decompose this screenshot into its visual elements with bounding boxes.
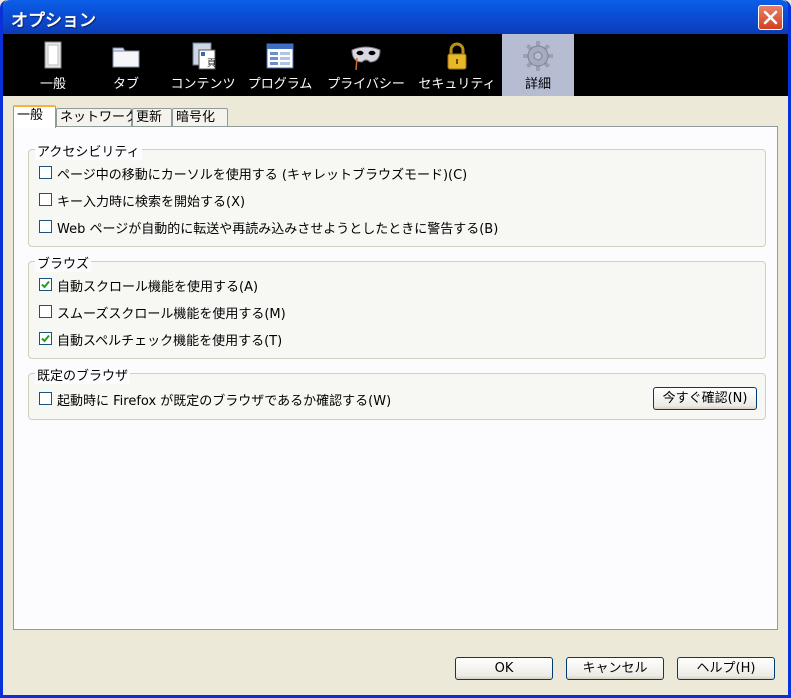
smooth-scroll-checkbox[interactable] xyxy=(39,305,52,318)
tab-general[interactable]: 一般 xyxy=(13,105,56,128)
check-default-checkbox[interactable] xyxy=(39,392,52,405)
svg-text:頁: 頁 xyxy=(207,58,216,69)
tabs-icon xyxy=(112,47,140,68)
search-on-type-checkbox[interactable] xyxy=(39,193,52,206)
help-button[interactable]: ヘルプ(H) xyxy=(677,657,775,680)
warn-redirect-checkbox[interactable] xyxy=(39,220,52,233)
checkbox-label: 自動スクロール機能を使用する(A) xyxy=(57,280,259,295)
checkbox-label: Web ページが自動的に転送や再読み込みさせようとしたときに警告する(B) xyxy=(57,222,499,237)
pane-content[interactable]: 頁 コンテンツ xyxy=(163,34,243,96)
pane-label: 詳細 xyxy=(524,77,551,92)
pane-label: 一般 xyxy=(39,77,66,92)
browsing-group: ブラウズ 自動スクロール機能を使用する(A) スムーズスクロール機能を使用する(… xyxy=(28,253,766,359)
tab-network[interactable]: ネットワーク xyxy=(56,108,138,127)
applications-icon xyxy=(266,43,294,69)
caret-browsing-checkbox[interactable] xyxy=(39,166,52,179)
pane-tabs[interactable]: タブ xyxy=(89,34,163,96)
padlock-icon xyxy=(447,42,467,70)
privacy-mask-icon xyxy=(351,46,381,71)
checkbox-label: スムーズスクロール機能を使用する(M) xyxy=(57,307,286,322)
checkbox-label: ページ中の移動にカーソルを使用する (キャレットブラウズモード)(C) xyxy=(57,168,468,183)
close-button[interactable] xyxy=(758,5,783,30)
ok-button[interactable]: OK xyxy=(455,657,553,680)
default-browser-group: 既定のブラウザ 起動時に Firefox が既定のブラウザであるか確認する(W)… xyxy=(28,365,766,420)
pane-label: タブ xyxy=(112,77,139,92)
checkbox-label: 自動スペルチェック機能を使用する(T) xyxy=(57,334,283,349)
pane-advanced[interactable]: 詳細 xyxy=(502,34,574,96)
pane-label: プログラム xyxy=(247,77,313,92)
default-browser-group-title: 既定のブラウザ xyxy=(35,365,131,384)
accessibility-group-title: アクセシビリティ xyxy=(35,141,142,160)
gear-icon xyxy=(523,41,553,71)
pane-label: セキュリティ xyxy=(418,77,496,92)
checkbox-label: 起動時に Firefox が既定のブラウザであるか確認する(W) xyxy=(57,394,392,409)
checkbox-label: キー入力時に検索を開始する(X) xyxy=(57,195,246,210)
accessibility-group: アクセシビリティ ページ中の移動にカーソルを使用する (キャレットブラウズモード… xyxy=(28,141,766,247)
pane-label: コンテンツ xyxy=(170,77,236,92)
pane-general[interactable]: 一般 xyxy=(17,34,89,96)
cancel-button[interactable]: キャンセル xyxy=(566,657,664,680)
pane-applications[interactable]: プログラム xyxy=(243,34,317,96)
spellcheck-checkbox[interactable] xyxy=(39,332,52,345)
pane-security[interactable]: セキュリティ xyxy=(415,34,499,96)
content-icon: 頁 xyxy=(192,42,216,70)
window-title: オプション xyxy=(11,11,96,31)
pane-label: プライバシー xyxy=(327,77,405,92)
check-now-button[interactable]: 今すぐ確認(N) xyxy=(653,387,757,410)
browsing-group-title: ブラウズ xyxy=(35,253,92,272)
tab-update[interactable]: 更新 xyxy=(132,108,172,127)
general-icon xyxy=(44,41,62,69)
title-bar[interactable]: オプション xyxy=(3,0,788,34)
options-window: オプション 一般 タブ 頁 コンテンツ プログラム プライバシー セキュリティ … xyxy=(0,0,791,698)
autoscroll-checkbox[interactable] xyxy=(39,278,52,291)
tab-encryption[interactable]: 暗号化 xyxy=(172,108,228,127)
pane-privacy[interactable]: プライバシー xyxy=(319,34,413,96)
close-icon xyxy=(763,10,778,25)
checkmark-icon xyxy=(41,334,50,343)
preference-pane-bar: 一般 タブ 頁 コンテンツ プログラム プライバシー セキュリティ 詳細 xyxy=(3,34,788,96)
checkmark-icon xyxy=(41,280,50,289)
tab-panel: アクセシビリティ ページ中の移動にカーソルを使用する (キャレットブラウズモード… xyxy=(13,126,778,630)
